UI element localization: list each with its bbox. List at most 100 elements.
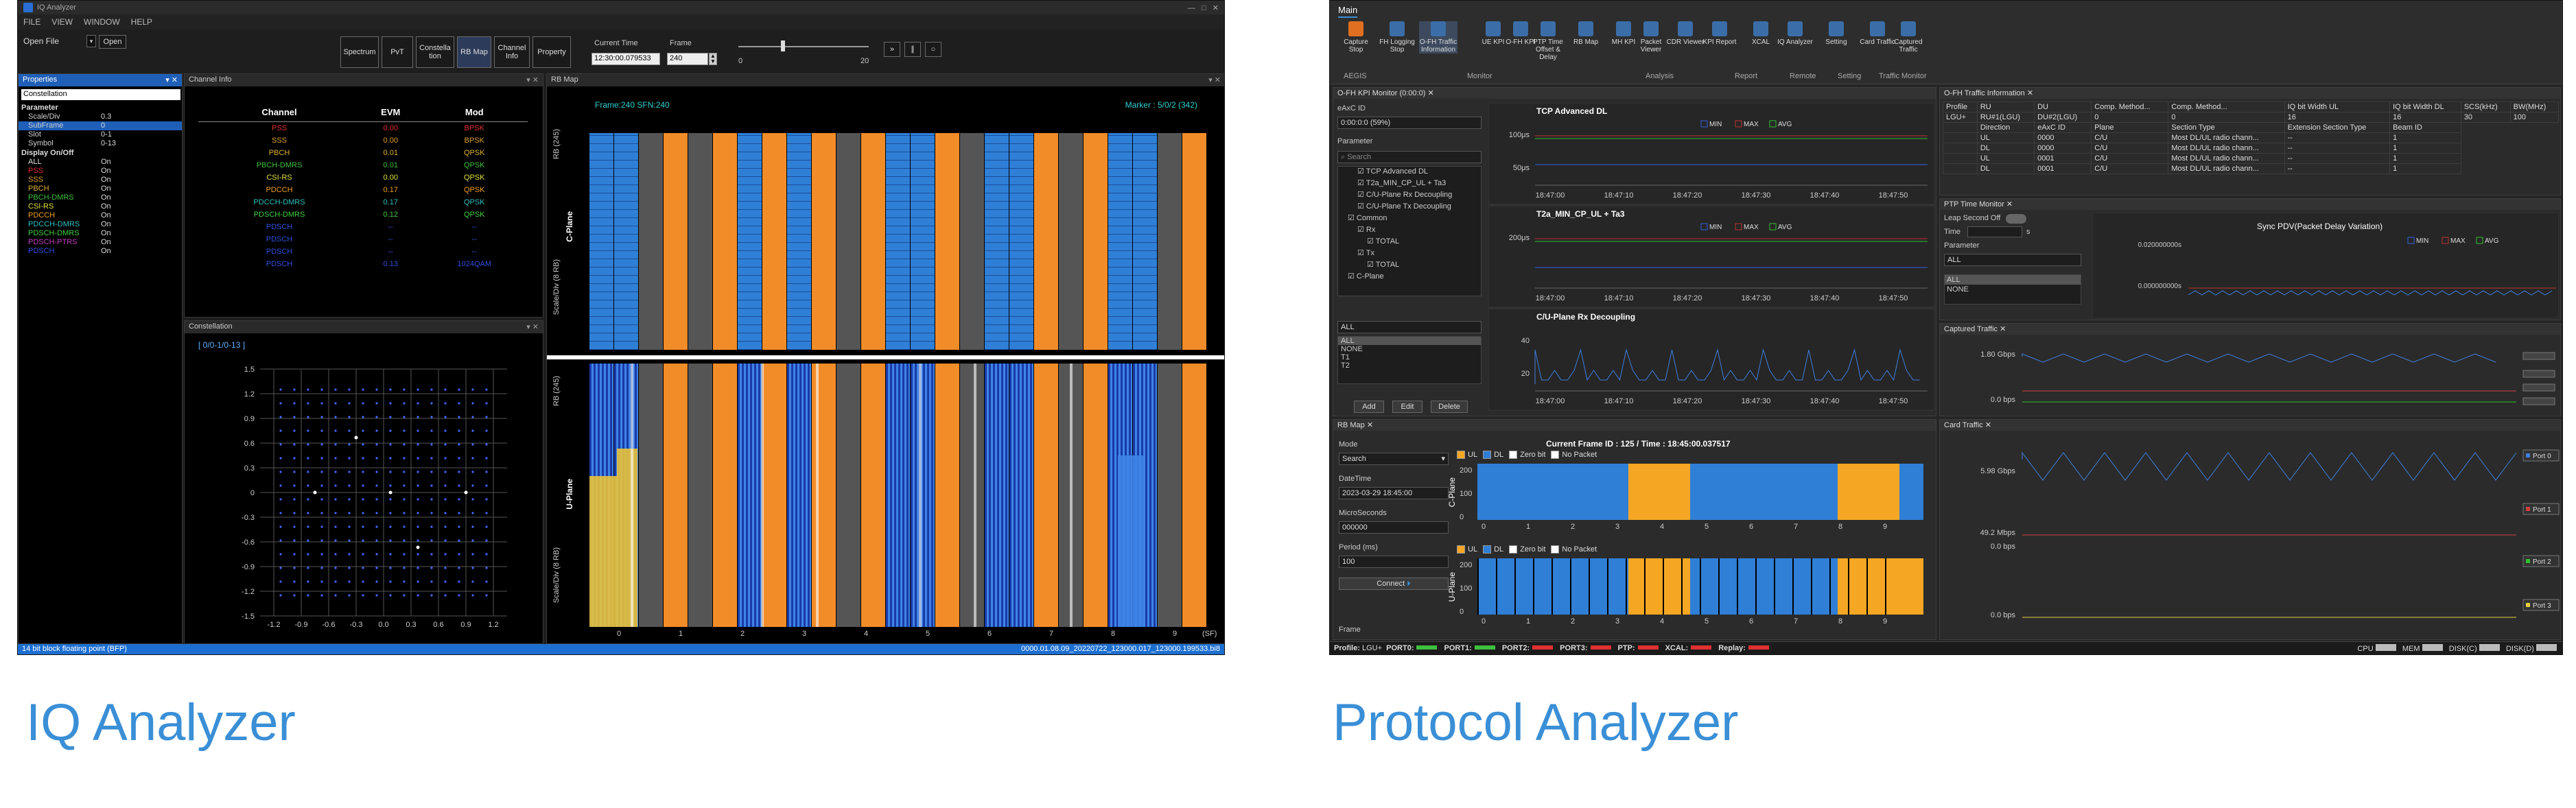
ribbon-button[interactable]: IQ Analyzer: [1776, 21, 1814, 46]
channel-row[interactable]: PDSCH -- --: [198, 233, 528, 246]
traffic-header[interactable]: SCS(kHz): [2460, 102, 2511, 112]
kpi-tree-item[interactable]: ☑ C-Plane: [1338, 272, 1481, 283]
checkbox-icon[interactable]: ☑: [1367, 261, 1376, 269]
play-icon[interactable]: »: [884, 42, 900, 57]
period-input[interactable]: 100: [1339, 556, 1449, 568]
ribbon-tab-main[interactable]: Main: [1338, 5, 1358, 18]
traffic-header[interactable]: IQ bit Width UL: [2284, 102, 2391, 112]
kpi-list-item[interactable]: T1: [1338, 353, 1481, 361]
ribbon-button[interactable]: Packet Viewer: [1632, 21, 1670, 54]
channel-row[interactable]: PBCH 0.01 QPSK: [198, 147, 528, 159]
properties-selector[interactable]: Constellation: [21, 89, 180, 100]
property-row[interactable]: SSS On: [19, 176, 182, 185]
property-row[interactable]: PSS On: [19, 167, 182, 176]
close-icon[interactable]: ▾ ✕: [1208, 75, 1221, 84]
checkbox-icon[interactable]: ☑: [1348, 272, 1357, 281]
close-icon[interactable]: ▾ ✕: [526, 75, 539, 84]
property-row[interactable]: CSI-RS On: [19, 202, 182, 211]
checkbox-icon[interactable]: ☑: [1357, 167, 1366, 176]
close-icon[interactable]: ✕: [2006, 200, 2013, 209]
kpi-tree-item[interactable]: ☑ TOTAL: [1338, 260, 1481, 272]
checkbox-icon[interactable]: ☑: [1357, 249, 1366, 257]
ribbon-button[interactable]: Captured Traffic: [1889, 21, 1928, 54]
kpi-tree-item[interactable]: ☑ C/U-Plane Rx Decoupling: [1338, 190, 1481, 202]
connect-button[interactable]: Connect ⏵: [1339, 578, 1449, 590]
toolbar-constellation[interactable]: Constella tion: [416, 36, 454, 68]
kpi-tree-item[interactable]: ☑ TOTAL: [1338, 237, 1481, 248]
property-row[interactable]: PDCCH On: [19, 211, 182, 220]
property-row[interactable]: PBCH-DMRS On: [19, 193, 182, 202]
stop-icon[interactable]: ○: [925, 42, 941, 57]
ribbon-button[interactable]: Capture Stop: [1337, 21, 1375, 54]
checkbox-icon[interactable]: ☑: [1357, 191, 1366, 199]
property-row[interactable]: Slot 0-1: [19, 130, 182, 139]
traffic-subrow[interactable]: UL 0001 C/U Most DL/UL radio chann... -- 1: [1943, 153, 2559, 164]
property-group[interactable]: Display On/Off: [19, 148, 182, 158]
channel-row[interactable]: CSI-RS 0.00 QPSK: [198, 171, 528, 184]
property-row[interactable]: PDSCH-PTRS On: [19, 238, 182, 247]
ms-input[interactable]: 000000: [1339, 521, 1449, 534]
eaxc-dropdown[interactable]: 0:00:0:0 (59%): [1337, 117, 1482, 129]
pause-icon[interactable]: ∥: [904, 42, 921, 57]
ribbon-button[interactable]: CDR Viewer: [1666, 21, 1705, 46]
open-button[interactable]: Open: [99, 35, 126, 49]
menu-file[interactable]: FILE: [23, 17, 40, 27]
channel-row[interactable]: PSS 0.00 BPSK: [198, 122, 528, 135]
traffic-row[interactable]: LGU+ RU#1(LGU) DU#2(LGU) 0 0 16 16 30 100: [1943, 112, 2560, 123]
channel-row[interactable]: PDSCH 0.13 1024QAM: [198, 258, 528, 270]
ribbon-button[interactable]: KPI Report: [1700, 21, 1739, 46]
traffic-header[interactable]: DU: [2034, 102, 2092, 112]
property-row[interactable]: Symbol 0-13: [19, 139, 182, 148]
ptp-list-item-none[interactable]: NONE: [1945, 285, 2081, 294]
close-icon[interactable]: ✕: [1427, 89, 1433, 97]
channel-row[interactable]: PDSCH-DMRS 0.12 QPSK: [198, 209, 528, 221]
mode-dropdown[interactable]: Search ▾: [1339, 453, 1449, 465]
channel-row[interactable]: PDSCH -- --: [198, 246, 528, 258]
ribbon-button[interactable]: O-FH Traffic Information: [1419, 21, 1457, 54]
kpi-search-input[interactable]: ⌕ Search: [1337, 151, 1482, 163]
kpi-tree-item[interactable]: ☑ Tx: [1338, 248, 1481, 260]
kpi-tree-item[interactable]: ☑ C/U-Plane Tx Decoupling: [1338, 202, 1481, 213]
property-row[interactable]: PDCCH-DMRS On: [19, 220, 182, 229]
traffic-subrow[interactable]: DL 0000 C/U Most DL/UL radio chann... -- 1: [1943, 143, 2559, 154]
traffic-header[interactable]: Profile: [1943, 102, 1978, 112]
toolbar-property[interactable]: Property: [532, 36, 571, 68]
ptp-list-item-all[interactable]: ALL: [1945, 275, 2081, 285]
channel-row[interactable]: SSS 0.00 BPSK: [198, 134, 528, 147]
frame-slider-track[interactable]: [738, 46, 869, 47]
property-row[interactable]: PBCH On: [19, 185, 182, 193]
menu-window[interactable]: WINDOW: [84, 17, 120, 27]
checkbox-icon[interactable]: ☑: [1367, 237, 1376, 246]
toolbar-spectrum[interactable]: Spectrum: [340, 36, 379, 68]
traffic-header[interactable]: BW(MHz): [2509, 102, 2560, 112]
window-controls[interactable]: — □ ✕: [1188, 3, 1219, 12]
open-file-dropdown[interactable]: ▾: [86, 35, 96, 47]
ribbon-button[interactable]: PTP Time Offset & Delay: [1529, 21, 1567, 61]
close-icon[interactable]: ▾ ✕: [165, 75, 178, 84]
close-icon[interactable]: ✕: [2000, 325, 2006, 333]
toolbar-channel-info[interactable]: Channel Info: [494, 36, 530, 68]
ptp-parameter-select[interactable]: ALL: [1944, 254, 2081, 266]
traffic-subrow[interactable]: UL 0000 C/U Most DL/UL radio chann... -- 1: [1943, 132, 2559, 143]
traffic-header[interactable]: RU: [1976, 102, 2035, 112]
checkbox-icon[interactable]: ☑: [1357, 226, 1366, 234]
close-icon[interactable]: ✕: [1985, 421, 1991, 429]
menu-view[interactable]: VIEW: [51, 17, 73, 27]
ribbon-button[interactable]: XCAL: [1742, 21, 1780, 46]
datetime-input[interactable]: 2023-03-29 18:45:00: [1339, 487, 1449, 499]
kpi-list-selected[interactable]: ALL: [1337, 321, 1482, 333]
checkbox-icon[interactable]: ☑: [1357, 179, 1366, 187]
property-row[interactable]: SubFrame 0: [19, 121, 182, 130]
kpi-tree-item[interactable]: ☑ Rx: [1338, 225, 1481, 237]
kpi-list-item[interactable]: ALL: [1338, 337, 1481, 345]
add-button[interactable]: Add: [1354, 401, 1384, 413]
kpi-list-item[interactable]: T2: [1338, 361, 1481, 370]
ribbon-button[interactable]: RB Map: [1567, 21, 1605, 46]
channel-row[interactable]: PDCCH 0.17 QPSK: [198, 184, 528, 196]
traffic-header[interactable]: Comp. Method...: [2091, 102, 2169, 112]
ribbon-button[interactable]: Setting: [1817, 21, 1855, 46]
toolbar-rbmap[interactable]: RB Map: [457, 36, 491, 68]
checkbox-icon[interactable]: ☑: [1348, 214, 1357, 222]
close-icon[interactable]: ✕: [2027, 89, 2033, 97]
checkbox-icon[interactable]: ☑: [1357, 202, 1366, 211]
